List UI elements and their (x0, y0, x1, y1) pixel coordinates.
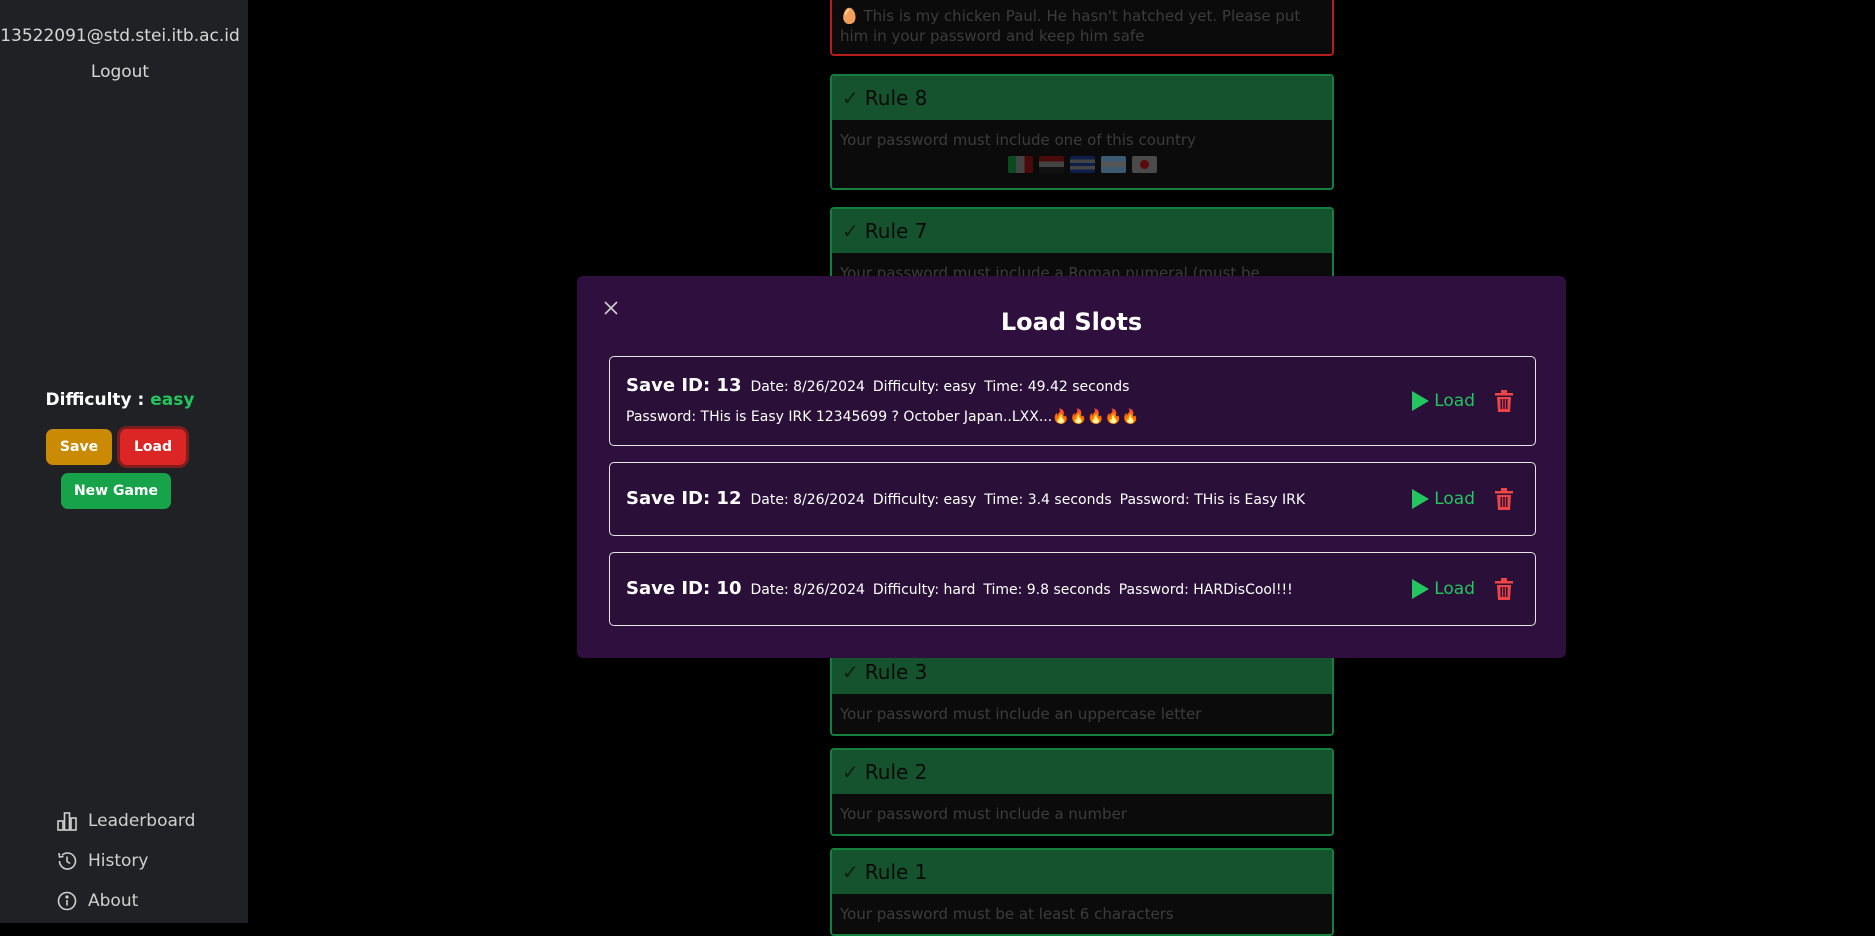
trash-icon[interactable] (1495, 578, 1513, 600)
trash-icon[interactable] (1495, 488, 1513, 510)
logout-link[interactable]: Logout (0, 62, 240, 82)
modal-title: Load Slots (1000, 308, 1143, 336)
slot-date: Date: 8/26/2024 (750, 379, 865, 395)
nav-about[interactable]: About (56, 890, 138, 912)
sidebar: 13522091@std.stei.itb.ac.id Logout Diffi… (0, 0, 248, 923)
rule-header: ✓ Rule 1 (832, 850, 1332, 894)
check-icon: ✓ (842, 660, 859, 684)
rule-title: Rule 2 (864, 760, 928, 784)
slot-meta: Save ID: 10 Date: 8/26/2024 Difficulty: … (626, 578, 1301, 599)
rule-card-chicken: 🥚 This is my chicken Paul. He hasn't hat… (830, 0, 1334, 56)
check-icon: ✓ (842, 760, 859, 784)
rule-body: Your password must include one of this c… (832, 120, 1332, 188)
slot-meta: Save ID: 12 Date: 8/26/2024 Difficulty: … (626, 488, 1313, 509)
bar-chart-icon (57, 812, 77, 831)
save-button[interactable]: Save (46, 429, 112, 465)
slot-time: Time: 3.4 seconds (984, 492, 1112, 508)
load-label: Load (1434, 579, 1475, 599)
load-slots-modal: Load Slots Save ID: 13 Date: 8/26/2024 D… (577, 276, 1566, 658)
slot-id: Save ID: 12 (626, 488, 742, 509)
slot-load-button[interactable]: Load (1410, 390, 1475, 412)
save-slot: Save ID: 13 Date: 8/26/2024 Difficulty: … (609, 356, 1536, 446)
nav-history[interactable]: History (56, 850, 148, 872)
load-button[interactable]: Load (120, 429, 186, 465)
rule-header: ✓ Rule 7 (832, 209, 1332, 253)
rule-title: Rule 1 (864, 860, 928, 884)
rule-card-3: ✓ Rule 3 Your password must include an up… (830, 648, 1334, 736)
new-game-button[interactable]: New Game (61, 473, 171, 509)
trash-icon[interactable] (1495, 390, 1513, 412)
slot-actions: Load (1410, 488, 1513, 510)
italy-flag-icon (1007, 156, 1033, 173)
slot-date: Date: 8/26/2024 (750, 492, 865, 508)
cuba-flag-icon (1069, 156, 1095, 173)
difficulty-indicator: Difficulty : easy (0, 390, 240, 410)
nav-label: History (88, 851, 149, 871)
argentina-flag-icon (1100, 156, 1126, 173)
slot-date: Date: 8/26/2024 (750, 582, 865, 598)
check-icon: ✓ (842, 219, 859, 243)
play-icon (1412, 489, 1430, 509)
history-icon (58, 852, 77, 870)
rule-text: 🥚 This is my chicken Paul. He hasn't hat… (832, 0, 1332, 54)
rule-text: Your password must include one of this c… (840, 131, 1196, 149)
rule-text: Your password must include an uppercase … (832, 694, 1332, 734)
rule-title: Rule 8 (864, 86, 928, 110)
slot-actions: Load (1410, 578, 1513, 600)
japan-flag-icon (1131, 156, 1157, 173)
save-slot: Save ID: 12 Date: 8/26/2024 Difficulty: … (609, 462, 1536, 536)
rule-header: ✓ Rule 8 (832, 76, 1332, 120)
save-slot: Save ID: 10 Date: 8/26/2024 Difficulty: … (609, 552, 1536, 626)
rule-title: Rule 3 (864, 660, 928, 684)
load-label: Load (1434, 489, 1475, 509)
nav-leaderboard[interactable]: Leaderboard (56, 810, 195, 832)
rule-card-2: ✓ Rule 2 Your password must include a num… (830, 748, 1334, 836)
info-icon (57, 891, 77, 911)
load-label: Load (1434, 391, 1475, 411)
rule-text: Your password must be at least 6 charact… (832, 894, 1332, 934)
nav-label: Leaderboard (88, 811, 196, 831)
rule-text: Your password must include a number (832, 794, 1332, 834)
slot-difficulty: Difficulty: hard (872, 582, 976, 598)
nav-label: About (88, 891, 139, 911)
rule-header: ✓ Rule 2 (832, 750, 1332, 794)
rule-card-8: ✓ Rule 8 Your password must include one o… (830, 74, 1334, 190)
slot-difficulty: Difficulty: easy (872, 492, 977, 508)
slot-load-button[interactable]: Load (1410, 488, 1475, 510)
slot-load-button[interactable]: Load (1410, 578, 1475, 600)
slot-id: Save ID: 10 (626, 578, 742, 599)
slot-password: Password: THis is Easy IRK (1119, 492, 1306, 508)
slot-actions: Load (1410, 390, 1513, 412)
flag-row (840, 156, 1324, 173)
slot-id: Save ID: 13 (626, 375, 742, 396)
rule-title: Rule 7 (864, 219, 928, 243)
play-icon (1412, 391, 1430, 411)
slot-meta: Save ID: 13 Date: 8/26/2024 Difficulty: … (626, 375, 1137, 396)
slot-difficulty: Difficulty: easy (872, 379, 977, 395)
play-icon (1412, 579, 1430, 599)
slot-time: Time: 49.42 seconds (984, 379, 1130, 395)
egypt-flag-icon (1038, 156, 1064, 173)
check-icon: ✓ (842, 86, 859, 110)
slot-password: Password: HARDisCool!!! (1118, 582, 1293, 598)
check-icon: ✓ (842, 860, 859, 884)
difficulty-value: easy (150, 390, 195, 410)
user-email: 13522091@std.stei.itb.ac.id (0, 26, 240, 46)
slot-time: Time: 9.8 seconds (983, 582, 1111, 598)
slot-password: Password: THis is Easy IRK 12345699 ? Oc… (626, 409, 1140, 425)
difficulty-label: Difficulty : (45, 390, 145, 410)
